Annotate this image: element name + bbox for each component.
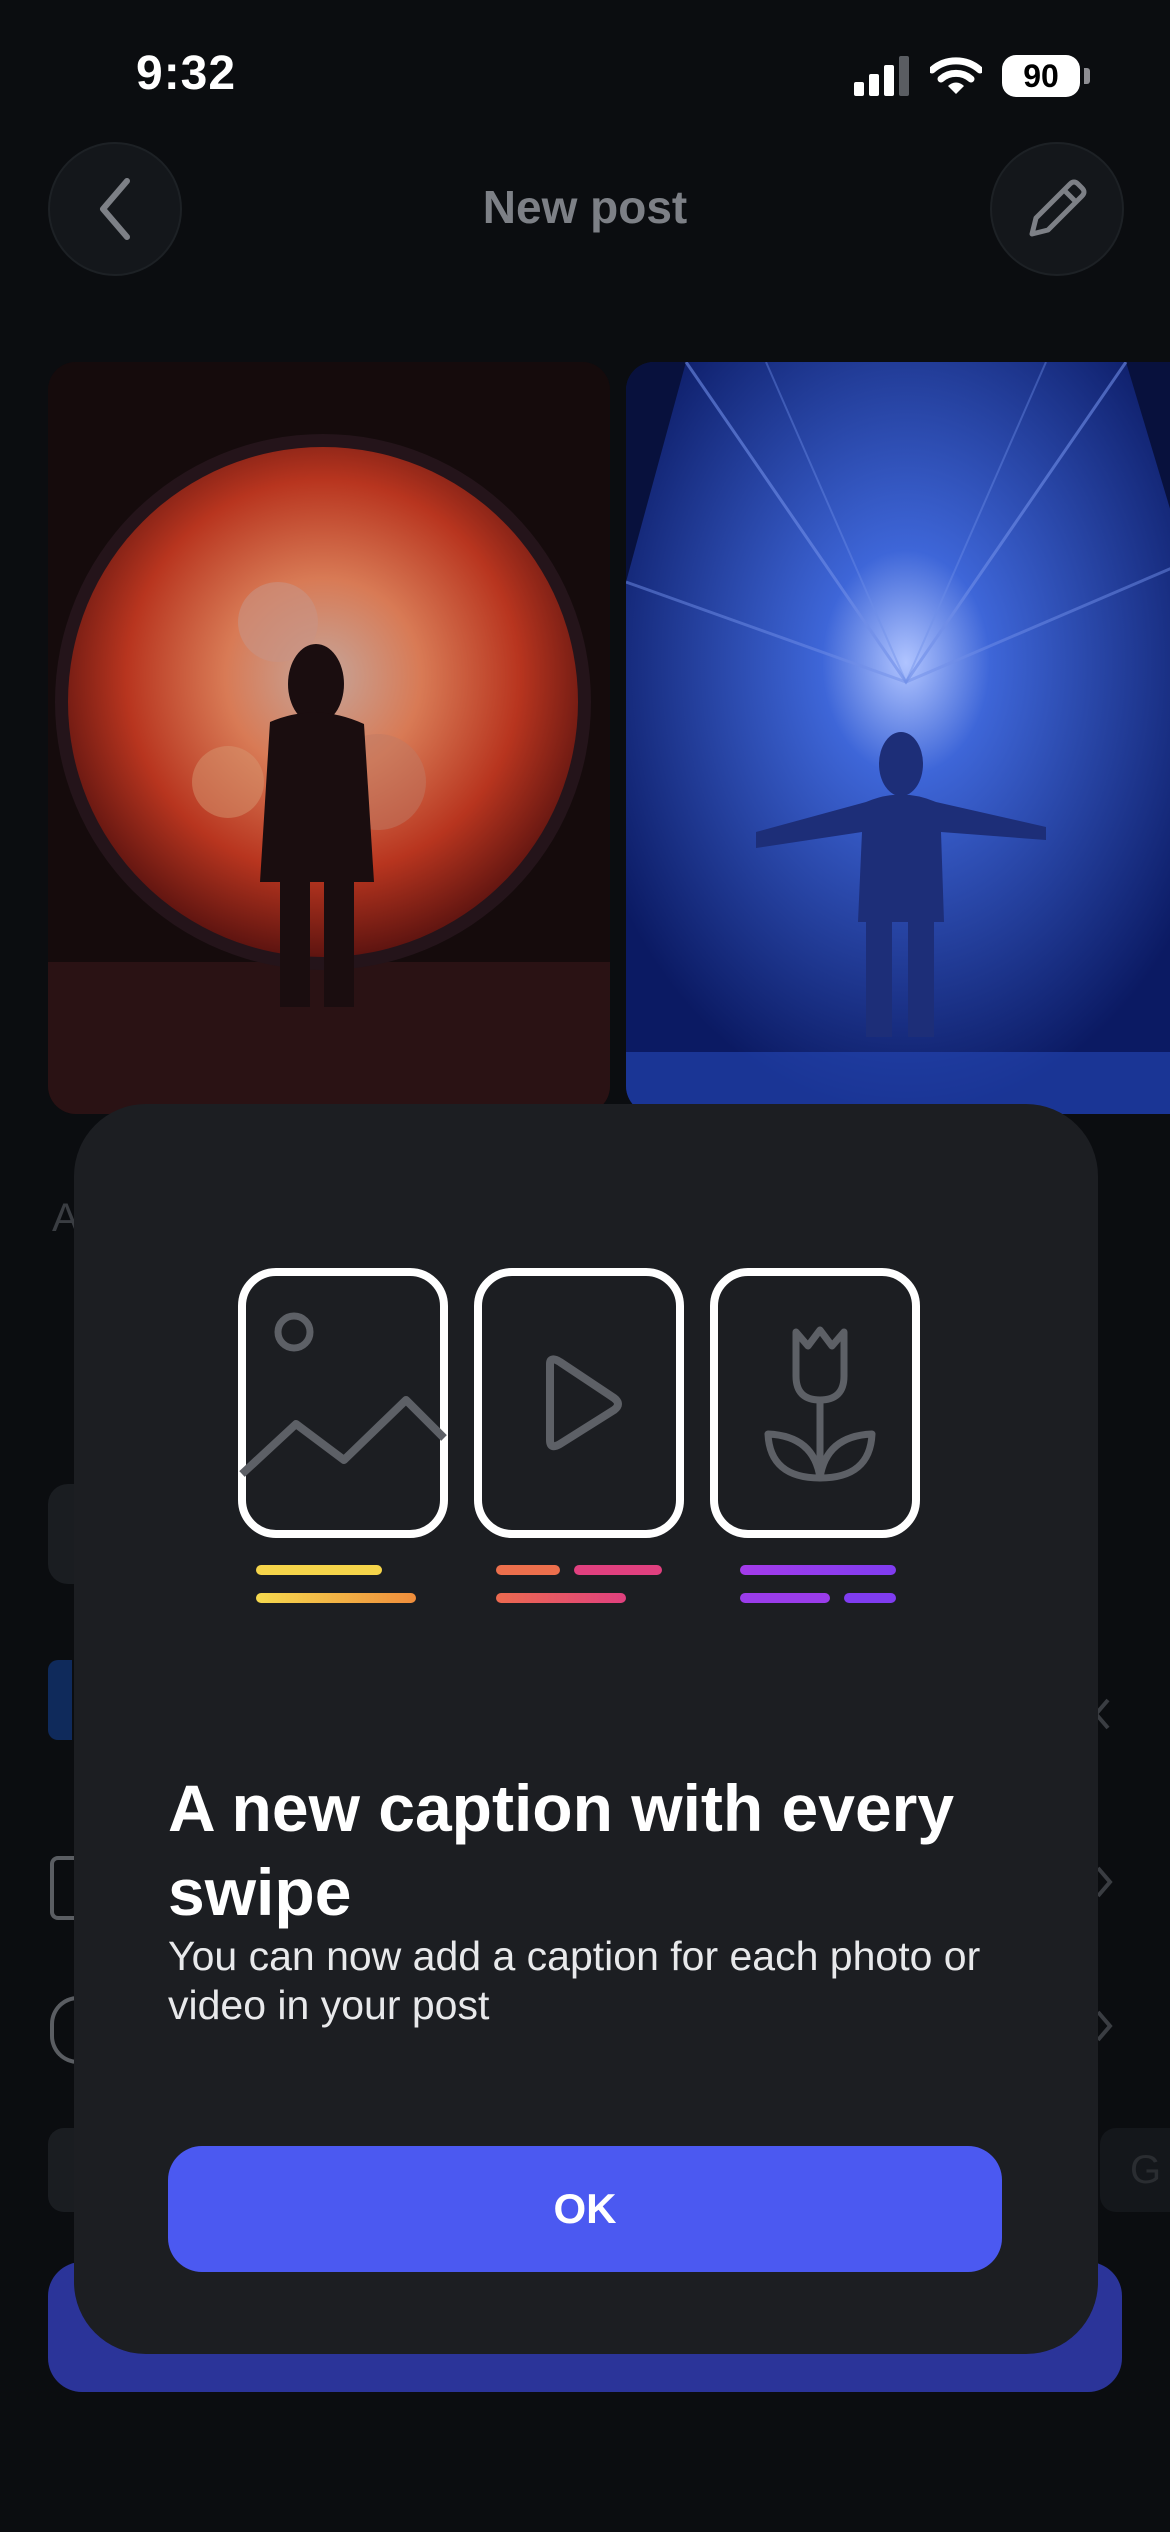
photo-sun-art <box>48 362 610 1114</box>
photo-blue-prism-art <box>626 362 1170 1114</box>
edit-button[interactable] <box>990 142 1124 276</box>
cellular-signal-icon <box>854 56 909 96</box>
photo-blue-prism[interactable] <box>626 362 1170 1114</box>
caption-intro-modal: A new caption with every swipe You can n… <box>74 1104 1098 2354</box>
pencil-icon <box>1029 179 1087 237</box>
status-time: 9:32 <box>136 47 237 100</box>
caption-lines-pink <box>496 1565 662 1603</box>
caption-lines-yellow <box>256 1565 416 1603</box>
wifi-icon <box>930 57 982 94</box>
caption-lines-purple <box>740 1565 896 1603</box>
photo-sun-silhouette[interactable] <box>48 362 610 1114</box>
ok-button[interactable]: OK <box>168 2146 1002 2272</box>
background-chip-right: G <box>1100 2128 1170 2212</box>
ok-button-label: OK <box>553 2185 617 2232</box>
tulip-icon <box>710 1268 920 1538</box>
play-icon <box>474 1268 684 1538</box>
status-indicators: 90 <box>854 54 1090 98</box>
modal-headline: A new caption with every swipe <box>168 1771 955 1929</box>
image-icon <box>238 1268 448 1538</box>
battery-indicator: 90 <box>1002 55 1080 97</box>
background-thumb-edge <box>48 1660 72 1740</box>
caption-illustration <box>238 1268 920 1603</box>
modal-subtext: You can now add a caption for each photo… <box>168 1933 981 2028</box>
